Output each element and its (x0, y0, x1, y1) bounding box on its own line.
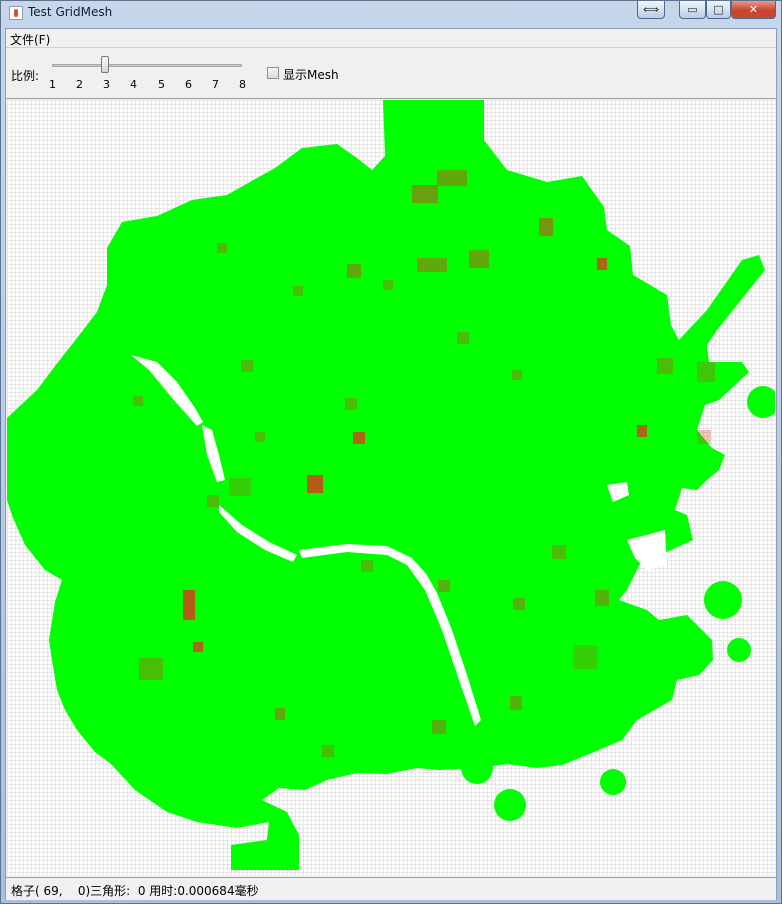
minimize-icon: ▭ (687, 3, 698, 16)
title-bar[interactable]: Test GridMesh ⟺ ▭ □ ✕ (1, 1, 781, 27)
scale-tick: 5 (158, 78, 165, 91)
status-bar: 格子( 69, 0)三角形: 0 用时:0.000684毫秒 (6, 877, 776, 900)
app-window: Test GridMesh ⟺ ▭ □ ✕ 文件(F) 比例: 1 2 3 4 … (0, 0, 782, 904)
grid-mesh-canvas[interactable] (7, 100, 775, 875)
scale-tick: 6 (185, 78, 192, 91)
restore-button[interactable]: ⟺ (637, 1, 665, 19)
scale-tick: 2 (76, 78, 83, 91)
scale-tick: 4 (130, 78, 137, 91)
scale-tick: 1 (49, 78, 56, 91)
walkable-area (7, 100, 765, 870)
scale-label: 比例: (11, 69, 40, 83)
scale-slider-thumb[interactable] (101, 56, 109, 73)
show-mesh-label[interactable]: 显示Mesh (283, 66, 339, 83)
resize-arrows-icon: ⟺ (643, 3, 659, 16)
scale-slider-track[interactable] (52, 64, 242, 67)
minimize-button[interactable]: ▭ (679, 1, 706, 19)
toolbar: 比例: 1 2 3 4 5 6 7 8 显示Mesh (6, 48, 776, 99)
scale-tick: 7 (212, 78, 219, 91)
scale-tick: 8 (239, 78, 246, 91)
navmesh-map (7, 100, 775, 870)
window-title: Test GridMesh (28, 5, 113, 19)
close-icon: ✕ (748, 3, 759, 16)
java-app-icon (9, 6, 23, 20)
menu-file[interactable]: 文件(F) (10, 31, 50, 48)
show-mesh-checkbox[interactable] (267, 67, 279, 79)
close-button[interactable]: ✕ (731, 1, 776, 19)
client-area: 文件(F) 比例: 1 2 3 4 5 6 7 8 显示Mesh 格子(69,… (5, 28, 777, 900)
status-text: 格子( 69, 0)三角形: 0 用时:0.000684毫秒 (11, 884, 259, 898)
maximize-icon: □ (713, 3, 724, 16)
menu-bar: 文件(F) (6, 29, 776, 48)
scale-tick: 3 (103, 78, 110, 91)
maximize-button[interactable]: □ (706, 1, 731, 19)
